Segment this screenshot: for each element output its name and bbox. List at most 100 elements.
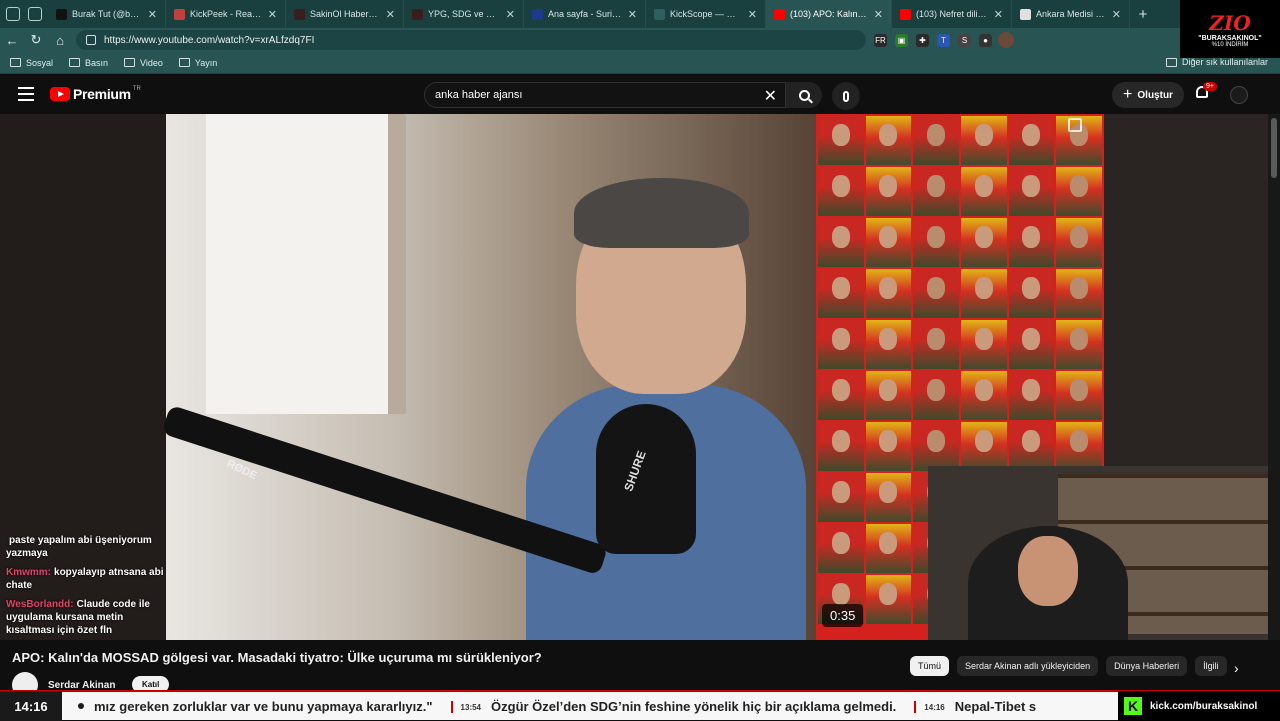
page-scrollbar[interactable] <box>1268 114 1280 640</box>
search-icon <box>798 89 810 101</box>
portrait-tile <box>913 269 959 318</box>
url-text: https://www.youtube.com/watch?v=xrALfzdq… <box>104 34 315 46</box>
chevron-right-icon[interactable]: › <box>1234 660 1239 676</box>
profile-avatar[interactable] <box>998 32 1014 48</box>
tab-favicon-icon <box>774 8 785 20</box>
menu-icon[interactable] <box>18 87 34 101</box>
filter-chip[interactable]: İlgili <box>1195 656 1227 676</box>
bookmark-folder[interactable]: Video <box>124 58 163 68</box>
filter-chip[interactable]: Tümü <box>910 656 950 676</box>
browser-tab[interactable]: Ankara Medisi parti da... ✕ <box>1012 0 1130 28</box>
kick-url: kick.com/buraksakinol <box>1150 700 1258 712</box>
bookmark-folder[interactable]: Yayın <box>178 57 218 68</box>
site-info-icon[interactable] <box>86 35 96 45</box>
sponsor-discount: %10 İNDİRİM <box>1211 41 1249 48</box>
extension-icon[interactable]: S <box>958 33 971 47</box>
browser-tab[interactable]: SakinOl Haber Merkezi ✕ <box>286 0 404 28</box>
tab-favicon-icon <box>294 8 305 20</box>
home-icon[interactable]: ⌂ <box>48 28 72 52</box>
extension-icon[interactable]: FR <box>874 33 887 47</box>
close-tab-icon[interactable]: ✕ <box>506 8 515 21</box>
portrait-tile <box>1056 320 1102 369</box>
url-field[interactable]: https://www.youtube.com/watch?v=xrALfzdq… <box>76 30 866 50</box>
bookmark-label: Yayın <box>194 57 218 68</box>
portrait-tile <box>1056 422 1102 471</box>
clear-search-icon[interactable]: ✕ <box>764 86 777 106</box>
youtube-logo[interactable]: Premium TR <box>50 86 141 102</box>
close-tab-icon[interactable]: ✕ <box>1112 8 1121 21</box>
back-icon[interactable]: ← <box>0 28 24 52</box>
close-tab-icon[interactable]: ✕ <box>148 8 157 21</box>
browser-tab[interactable]: Burak Tut (@buraksakin ✕ <box>48 0 166 28</box>
portrait-tile <box>1008 218 1055 267</box>
chat-message: WesBorlandd: Claude code ile uygulama kur… <box>6 598 170 637</box>
tab-label: KickPeek - Real-time UI <box>190 9 262 19</box>
portrait-tile <box>961 167 1007 216</box>
browser-tab[interactable]: (103) APO: Kalın'da ✕ <box>766 0 892 28</box>
close-tab-icon[interactable]: ✕ <box>874 8 883 21</box>
reload-icon[interactable]: ↻ <box>24 28 48 52</box>
close-tab-icon[interactable]: ✕ <box>628 8 637 21</box>
filter-chip[interactable]: Dünya Haberleri <box>1106 656 1188 676</box>
browser-tab[interactable]: KickPeek - Real-time UI ✕ <box>166 0 286 28</box>
browser-tab[interactable]: KickScope — Canlı İzle ✕ <box>646 0 766 28</box>
portrait-tile <box>818 524 864 573</box>
tab-favicon-icon <box>174 8 185 20</box>
microphone <box>596 404 696 554</box>
portrait-tile <box>1008 116 1055 165</box>
tab-favicon-icon <box>1020 8 1031 20</box>
new-tab-button[interactable]: + <box>1130 6 1156 23</box>
filter-chip[interactable]: Serdar Akinan adlı yükleyiciden <box>957 656 1099 676</box>
video-title: APO: Kalın'da MOSSAD gölgesi var. Masada… <box>12 650 542 665</box>
ticker-separator <box>450 701 453 714</box>
streamer-webcam <box>928 466 1268 640</box>
portrait-tile <box>1008 371 1055 420</box>
bookmark-other-folder[interactable]: Diğer sık kullanılanlar <box>1165 57 1268 67</box>
tab-favicon-icon <box>412 8 423 20</box>
portrait-tile <box>865 422 912 471</box>
extension-icon[interactable]: ✚ <box>916 33 929 47</box>
browser-tab[interactable]: Ana sayfa - Suriye Arap ✕ <box>524 0 646 28</box>
browser-tab[interactable]: YPG, SDG ve Suriye Sa... ✕ <box>404 0 524 28</box>
extension-icon[interactable]: ● <box>979 33 992 47</box>
search-button[interactable] <box>786 82 822 108</box>
close-tab-icon[interactable]: ✕ <box>268 8 277 21</box>
extension-icon[interactable]: ▣ <box>895 33 908 47</box>
bookmark-folder[interactable]: Sosyal <box>10 58 53 68</box>
workspaces-icon[interactable] <box>6 7 20 21</box>
portrait-tile <box>818 116 864 165</box>
news-ticker: 14:16 mız gereken zorluklar var ve bunu … <box>0 690 1280 721</box>
share-icon[interactable] <box>1068 118 1082 132</box>
portrait-tile <box>865 269 912 318</box>
search-input[interactable]: anka haber ajansı ✕ <box>424 82 786 108</box>
ticker-clock: 14:16 <box>0 691 62 721</box>
create-button[interactable]: + Oluştur <box>1112 82 1184 108</box>
close-tab-icon[interactable]: ✕ <box>386 8 395 21</box>
extension-icon[interactable]: T <box>937 33 950 47</box>
plus-icon: + <box>1123 86 1133 103</box>
portrait-tile <box>961 116 1007 165</box>
tab-favicon-icon <box>532 8 543 20</box>
portrait-tile <box>1008 320 1055 369</box>
tab-actions-icon[interactable] <box>28 7 42 21</box>
voice-search-button[interactable] <box>832 82 860 110</box>
notifications-button[interactable]: 9+ <box>1194 82 1217 102</box>
youtube-header: Premium TR anka haber ajansı ✕ + Oluştur… <box>0 76 1280 114</box>
bookmark-label: Basın <box>85 57 109 68</box>
portrait-tile <box>961 269 1007 318</box>
chat-username: WesBorlandd: <box>6 599 74 610</box>
tab-label: SakinOl Haber Merkezi <box>310 9 380 19</box>
bookmarks-bar: Sosyal Basın Video Yayın Diğer sık kullanıl… <box>0 52 1280 74</box>
close-tab-icon[interactable]: ✕ <box>994 8 1003 21</box>
tab-label: KickScope — Canlı İzle <box>670 9 742 19</box>
browser-tab[interactable]: (103) Nefret dilinin sen ✕ <box>892 0 1012 28</box>
portrait-tile <box>1056 167 1102 216</box>
channel-name[interactable]: Serdar Akinan <box>48 680 115 691</box>
notification-count-badge: 9+ <box>1203 82 1217 91</box>
portrait-tile <box>818 218 864 267</box>
video-player[interactable]: SHURE RØDE 0:35 paste yapalım abi üşeniy… <box>0 114 1268 640</box>
bookmark-folder[interactable]: Basın <box>69 58 108 68</box>
account-avatar[interactable] <box>1230 86 1248 104</box>
close-tab-icon[interactable]: ✕ <box>748 8 757 21</box>
portrait-tile <box>913 218 959 267</box>
